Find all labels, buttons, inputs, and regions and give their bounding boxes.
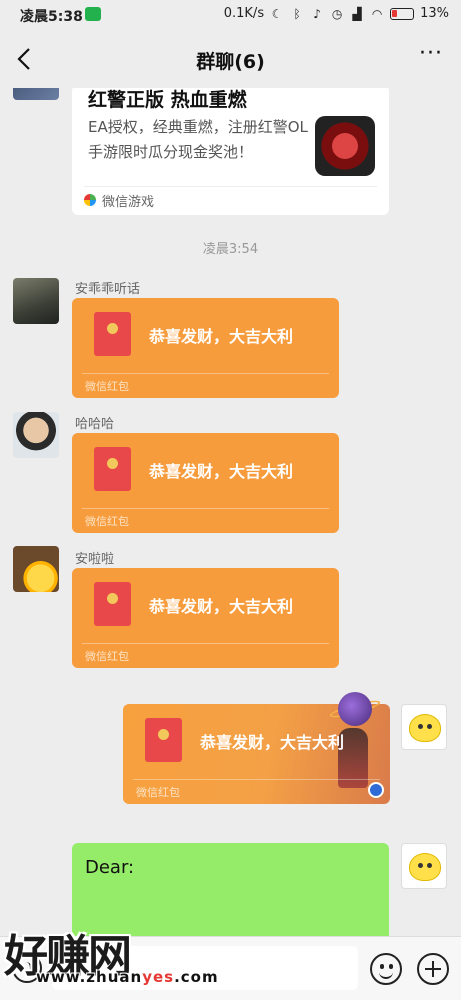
signal-icon: ▟ — [352, 6, 362, 21]
chat-title: 群聊(6) — [196, 51, 265, 73]
red-packet[interactable]: 恭喜发财，大吉大利 微信红包 — [72, 568, 339, 668]
emoji-face-icon — [409, 853, 441, 881]
game-thumbnail — [315, 116, 375, 176]
planet-decoration — [338, 692, 372, 726]
status-time: 凌晨5:38 — [20, 9, 83, 25]
bluetooth-icon: ᛒ — [293, 6, 301, 21]
moon-icon: ☾ — [271, 6, 283, 21]
input-bar — [0, 936, 461, 1000]
red-packet-label: 微信红包 — [85, 650, 129, 663]
wechat-games-icon — [84, 194, 96, 206]
alarm-icon: ◷ — [331, 6, 343, 21]
red-packet-text: 恭喜发财，大吉大利 — [149, 462, 294, 481]
red-packet-label: 微信红包 — [85, 380, 129, 393]
wifi-icon: ◠ — [371, 6, 383, 21]
battery-icon — [390, 7, 415, 20]
refresh-icon — [368, 782, 384, 798]
red-packet-icon — [145, 718, 182, 762]
message-text: Dear: — [85, 857, 135, 878]
battery-percent: 13% — [420, 6, 449, 21]
avatar[interactable] — [13, 88, 59, 100]
emoji-face-icon — [409, 714, 441, 742]
game-card-source: 微信游戏 — [102, 195, 155, 210]
avatar[interactable] — [13, 412, 59, 458]
message-input[interactable] — [52, 946, 358, 990]
divider — [133, 779, 380, 780]
red-packet-icon — [94, 582, 131, 626]
divider — [82, 643, 329, 644]
red-packet-icon — [94, 312, 131, 356]
avatar[interactable] — [13, 546, 59, 592]
wechat-notification-icon — [85, 7, 101, 21]
sender-name: 安啦啦 — [75, 552, 115, 567]
status-bar: 凌晨5:38 0.1K/s ☾ ᛒ ♪ ◷ ▟ ◠ 13% — [0, 0, 461, 30]
red-packet-text: 恭喜发财，大吉大利 — [200, 733, 345, 752]
divider — [82, 508, 329, 509]
emoji-button[interactable] — [370, 953, 402, 985]
sender-name: 哈哈哈 — [75, 417, 115, 432]
my-avatar[interactable] — [401, 843, 447, 889]
avatar[interactable] — [13, 278, 59, 324]
voice-input-button[interactable] — [12, 953, 42, 983]
red-packet[interactable]: 恭喜发财，大吉大利 微信红包 — [72, 298, 339, 398]
red-packet-text: 恭喜发财，大吉大利 — [149, 327, 294, 346]
game-card-title: 红警正版 热血重燃 — [88, 89, 247, 111]
chat-messages[interactable]: 红警正版 热血重燃 EA授权，经典重燃，注册红警OL手游限时瓜分现金奖池！ 微信… — [0, 88, 461, 936]
red-packet[interactable]: 恭喜发财，大吉大利 微信红包 — [72, 433, 339, 533]
mute-icon: ♪ — [313, 6, 321, 21]
red-packet-label: 微信红包 — [85, 515, 129, 528]
divider — [82, 373, 329, 374]
divider — [84, 186, 377, 187]
network-speed: 0.1K/s — [223, 6, 265, 21]
my-red-packet[interactable]: 恭喜发财，大吉大利 微信红包 — [123, 692, 390, 804]
red-packet-icon — [94, 447, 131, 491]
more-actions-button[interactable] — [417, 953, 449, 985]
red-packet-label: 微信红包 — [136, 786, 180, 799]
message-timestamp: 凌晨3:54 — [202, 242, 259, 257]
more-options-button[interactable]: ··· — [417, 43, 445, 71]
chat-header: 群聊(6) ··· — [0, 30, 461, 88]
sender-name: 安乖乖听话 — [75, 282, 141, 297]
game-ad-card[interactable]: 红警正版 热血重燃 EA授权，经典重燃，注册红警OL手游限时瓜分现金奖池！ 微信… — [72, 88, 389, 215]
game-card-description: EA授权，经典重燃，注册红警OL手游限时瓜分现金奖池！ — [88, 118, 308, 161]
my-avatar[interactable] — [401, 704, 447, 750]
status-indicators: 0.1K/s ☾ ᛒ ♪ ◷ ▟ ◠ 13% — [224, 6, 449, 21]
red-packet-text: 恭喜发财，大吉大利 — [149, 597, 294, 616]
my-text-message[interactable]: Dear: — [72, 843, 389, 936]
